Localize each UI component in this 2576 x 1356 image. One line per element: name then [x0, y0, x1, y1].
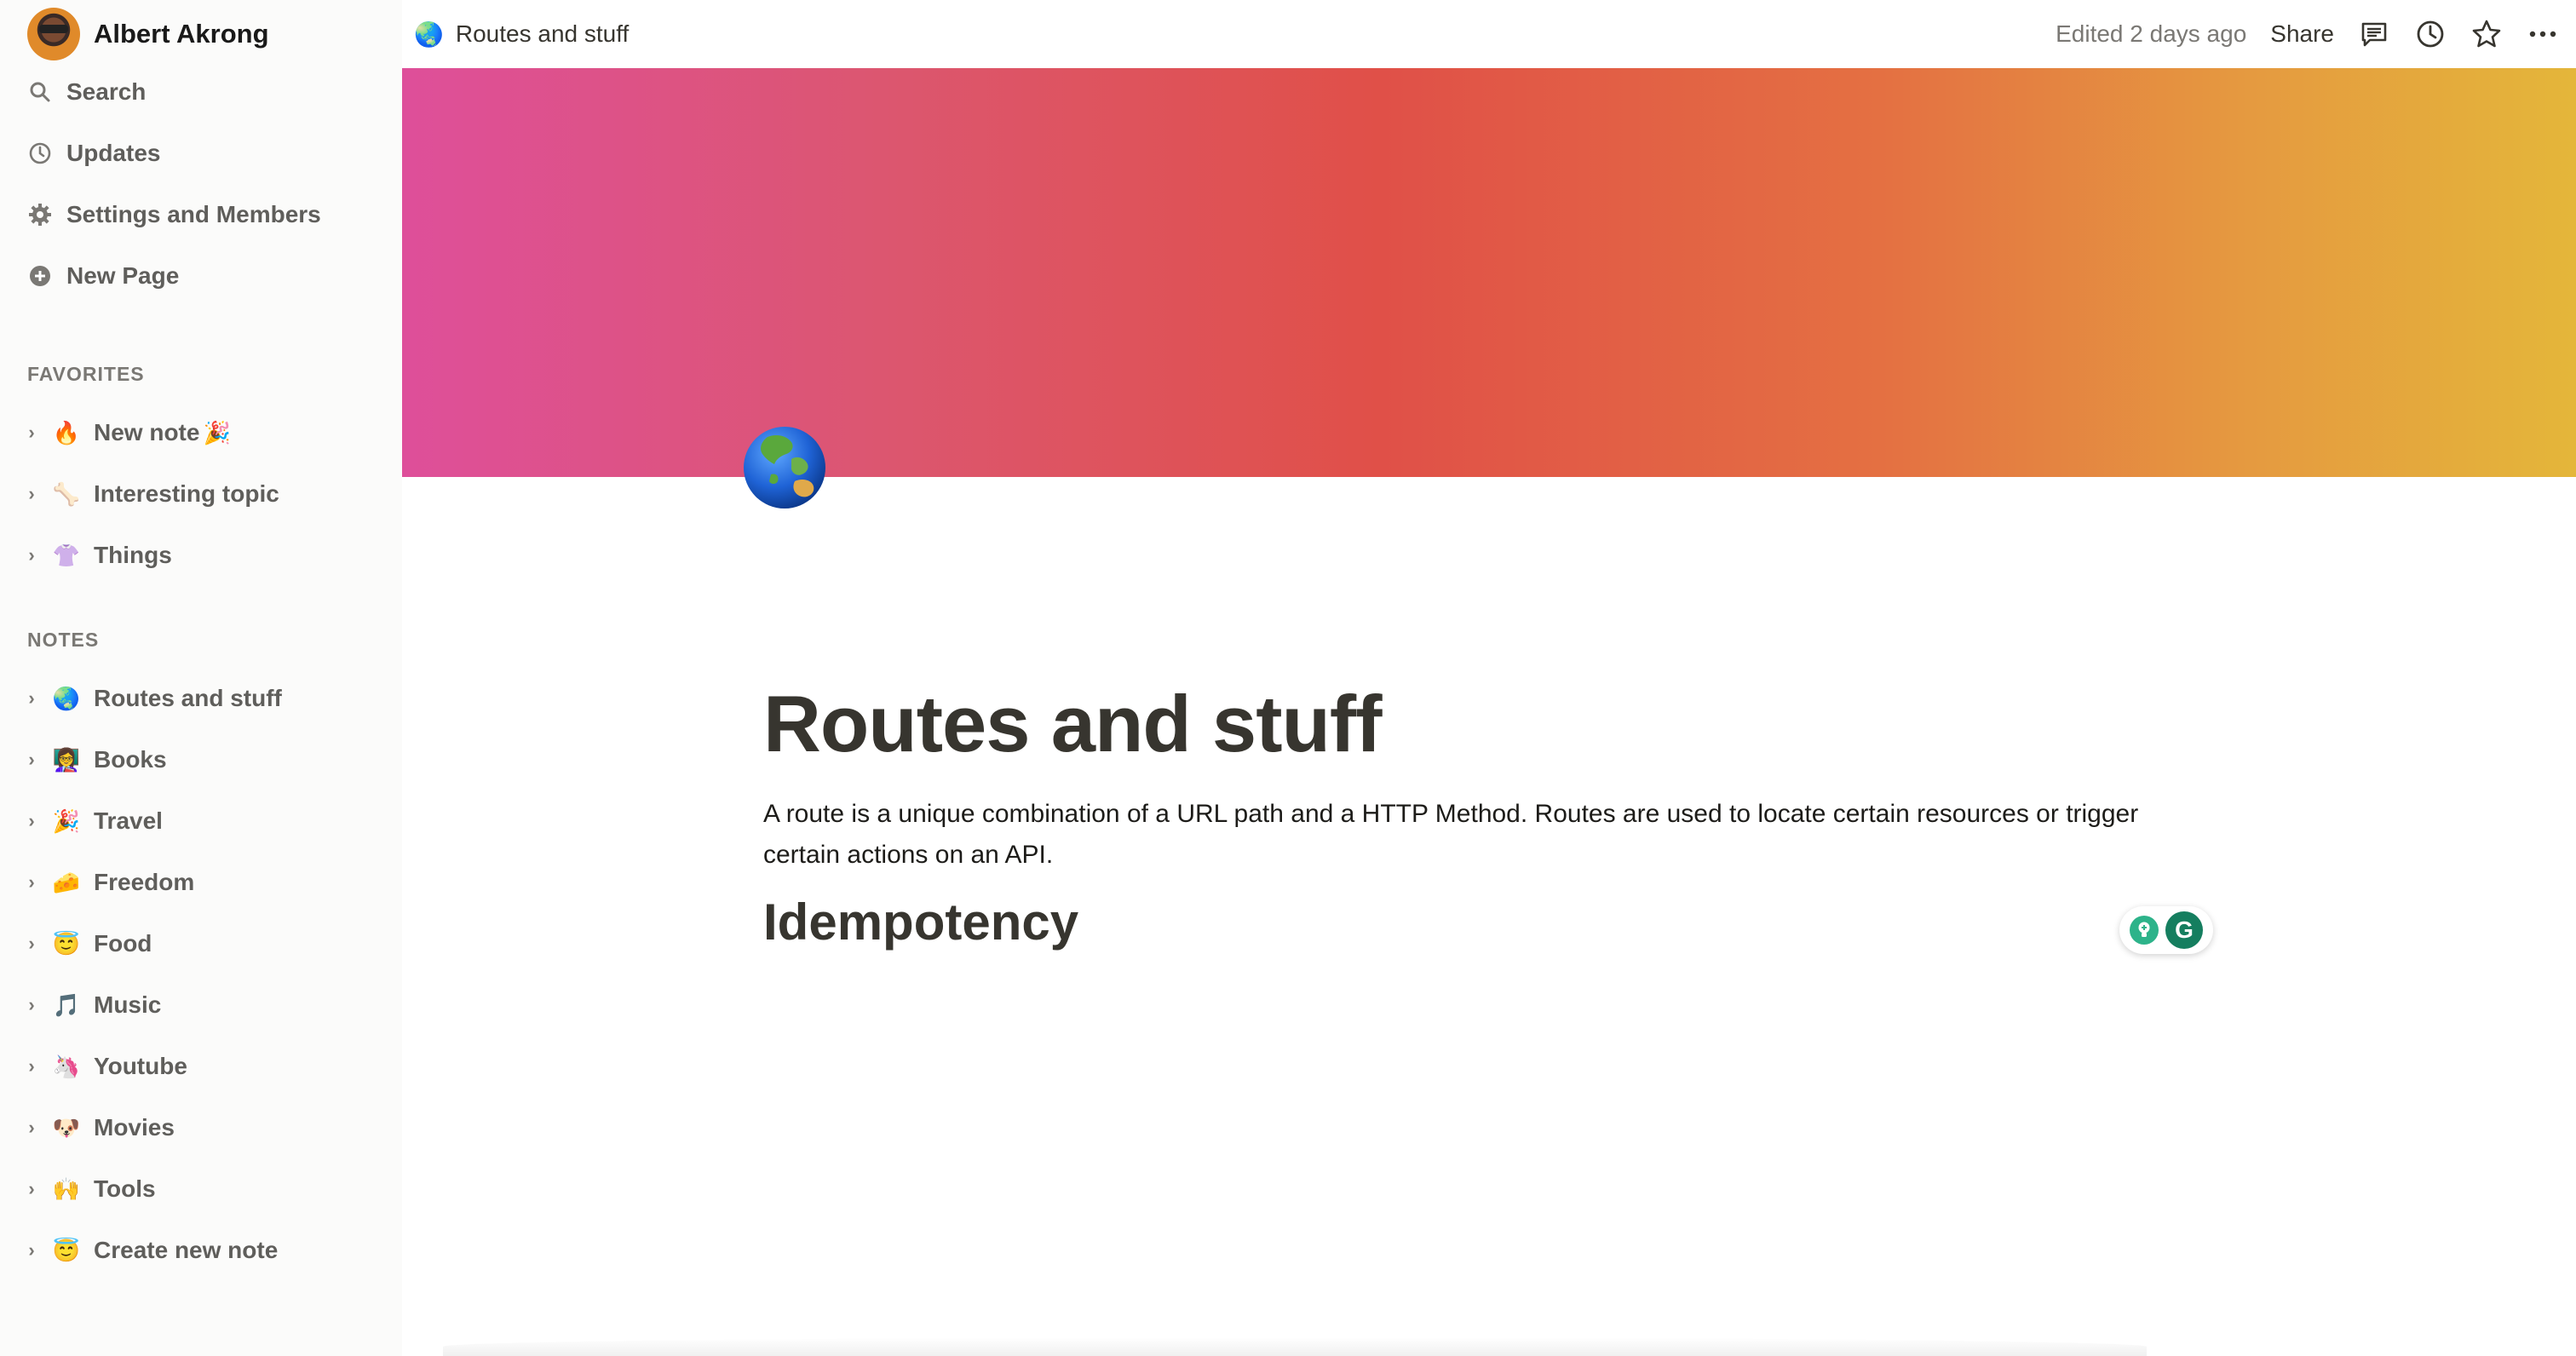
favorites-label: FAVORITES [27, 363, 145, 385]
page-emoji: 😇 [52, 1237, 81, 1263]
favorite-label: New note [94, 419, 200, 445]
breadcrumb-title: Routes and stuff [455, 20, 630, 47]
page-emoji: 🧀 [52, 869, 81, 895]
chevron-right-icon[interactable]: › [22, 1178, 41, 1200]
favorite-item-things[interactable]: › 👚 Things [22, 531, 172, 579]
page-cover[interactable] [402, 68, 2576, 477]
page-emoji: 😇 [52, 930, 81, 957]
edited-timestamp: Edited 2 days ago [2056, 20, 2247, 47]
sidebar: Albert Akrong Search Updates Settings an… [0, 0, 402, 1356]
comment-icon[interactable] [2358, 18, 2390, 50]
nav-search[interactable]: Search [27, 68, 146, 116]
note-item-movies[interactable]: › 🐶 Movies [22, 1104, 175, 1152]
note-item-freedom[interactable]: › 🧀 Freedom [22, 859, 194, 906]
star-icon[interactable] [2470, 18, 2503, 50]
note-item-routes-and-stuff[interactable]: › 🌏 Routes and stuff [22, 675, 282, 722]
chevron-right-icon[interactable]: › [22, 687, 41, 710]
nav-new-page[interactable]: New Page [27, 252, 179, 300]
topbar-actions: Edited 2 days ago Share [2056, 18, 2559, 50]
note-item-food[interactable]: › 😇 Food [22, 920, 152, 968]
note-label: Food [94, 930, 152, 957]
note-item-youtube[interactable]: › 🦄 Youtube [22, 1043, 187, 1090]
favorite-label: Interesting topic [94, 480, 279, 507]
page-emoji: 👩‍🏫 [52, 746, 81, 773]
plus-circle-icon [27, 263, 53, 289]
page-emoji: 🌏 [52, 685, 81, 711]
note-label: Freedom [94, 869, 195, 895]
chevron-right-icon[interactable]: › [22, 544, 41, 566]
favorite-item-interesting-topic[interactable]: › 🦴 Interesting topic [22, 470, 279, 518]
favorite-label: Things [94, 542, 172, 568]
page-emoji: 👚 [52, 542, 81, 568]
note-label: Tools [94, 1175, 156, 1202]
chevron-right-icon[interactable]: › [22, 422, 41, 444]
page-emoji: 🙌 [52, 1175, 81, 1202]
notes-label: NOTES [27, 629, 100, 651]
share-button[interactable]: Share [2270, 20, 2334, 48]
history-clock-icon[interactable] [2414, 18, 2447, 50]
page-emoji: 🦄 [52, 1053, 81, 1079]
nav-label: Updates [66, 140, 161, 166]
chevron-right-icon[interactable]: › [22, 1239, 41, 1261]
nav-settings[interactable]: Settings and Members [27, 191, 321, 238]
nav-updates[interactable]: Updates [27, 129, 160, 177]
more-options-icon[interactable] [2527, 18, 2559, 50]
heading-block[interactable]: Idempotency [763, 893, 1078, 951]
chevron-right-icon[interactable]: › [22, 994, 41, 1016]
note-label: Movies [94, 1114, 175, 1141]
lightbulb-icon[interactable] [2130, 916, 2159, 945]
note-item-tools[interactable]: › 🙌 Tools [22, 1165, 156, 1213]
page-icon[interactable] [739, 422, 830, 513]
breadcrumb[interactable]: 🌏 Routes and stuff [414, 20, 629, 49]
workspace-name: Albert Akrong [94, 19, 269, 49]
note-item-create-new-note[interactable]: › 😇 Create new note [22, 1227, 278, 1274]
chevron-right-icon[interactable]: › [22, 1055, 41, 1077]
note-item-travel[interactable]: › 🎉 Travel [22, 797, 163, 845]
trailing-emoji: 🎉 [203, 419, 231, 445]
chevron-right-icon[interactable]: › [22, 871, 41, 893]
note-label: Music [94, 991, 162, 1018]
note-item-books[interactable]: › 👩‍🏫 Books [22, 736, 167, 784]
nav-label: New Page [66, 262, 180, 289]
nav-label: Search [66, 78, 147, 105]
grammarly-logo-icon[interactable]: G [2165, 911, 2203, 949]
note-label: Books [94, 746, 167, 773]
page-emoji: 🦴 [52, 480, 81, 507]
search-icon [27, 79, 53, 105]
avatar [27, 8, 80, 60]
globe-icon [744, 427, 825, 508]
note-label: Create new note [94, 1237, 279, 1263]
note-label: Youtube [94, 1053, 187, 1079]
topbar: 🌏 Routes and stuff Edited 2 days ago Sha… [402, 0, 2576, 68]
note-label: Travel [94, 807, 163, 834]
paragraph-block[interactable]: A route is a unique combination of a URL… [763, 794, 2211, 876]
chevron-right-icon[interactable]: › [22, 483, 41, 505]
page-emoji: 🔥 [52, 419, 81, 445]
note-label: Routes and stuff [94, 685, 282, 711]
nav-label: Settings and Members [66, 201, 321, 227]
breadcrumb-emoji: 🌏 [414, 20, 444, 48]
grammarly-widget[interactable]: G [2119, 906, 2213, 954]
chevron-right-icon[interactable]: › [22, 933, 41, 955]
clock-icon [27, 141, 53, 166]
note-item-music[interactable]: › 🎵 Music [22, 981, 161, 1029]
page-emoji: 🐶 [52, 1114, 81, 1141]
bottom-shadow [443, 1337, 2147, 1356]
workspace-switcher[interactable]: Albert Akrong [27, 7, 269, 61]
chevron-right-icon[interactable]: › [22, 749, 41, 771]
gear-icon [27, 202, 53, 227]
page-title[interactable]: Routes and stuff [763, 678, 1383, 770]
page-emoji: 🎵 [52, 991, 81, 1018]
favorite-item-new-note[interactable]: › 🔥 New note 🎉 [22, 409, 231, 457]
page-emoji: 🎉 [52, 807, 81, 834]
chevron-right-icon[interactable]: › [22, 810, 41, 832]
chevron-right-icon[interactable]: › [22, 1117, 41, 1139]
